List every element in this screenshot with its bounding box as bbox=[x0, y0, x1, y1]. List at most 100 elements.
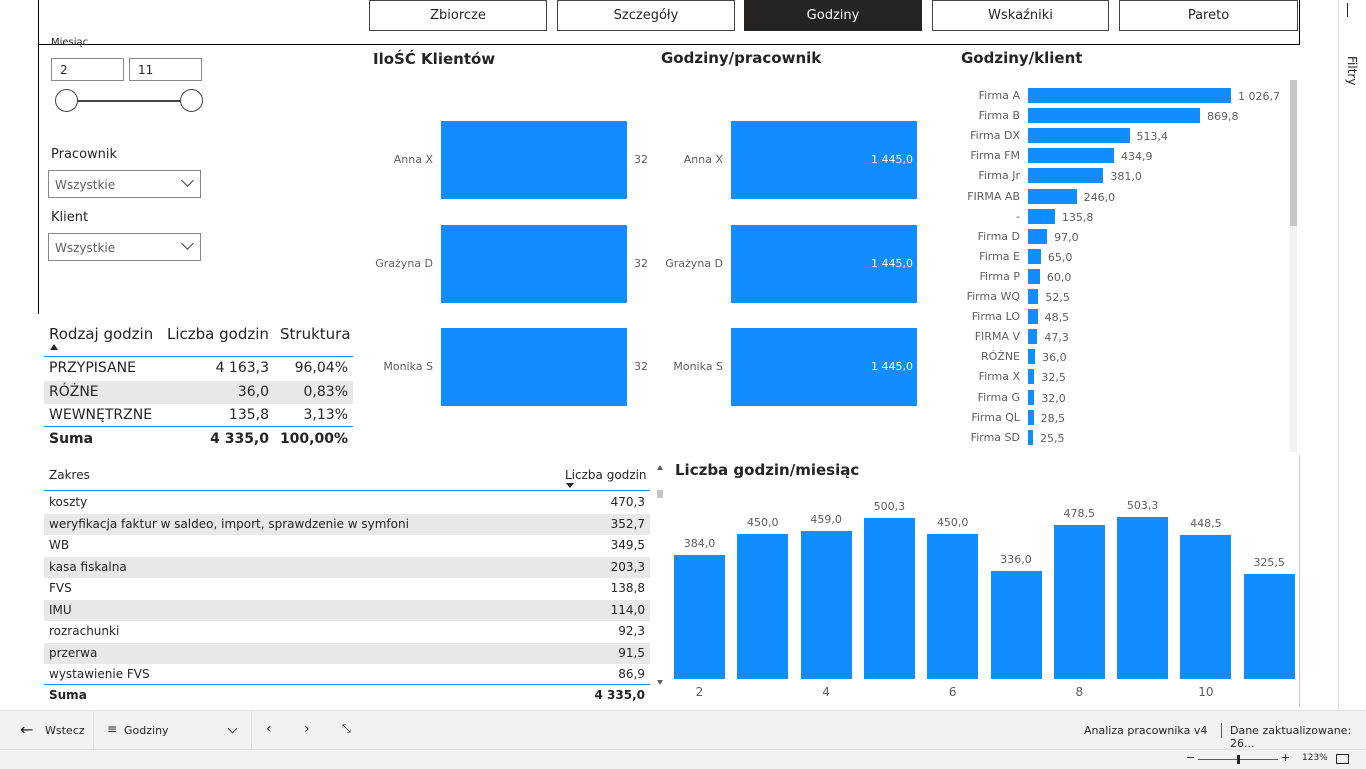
category-label: Firma X bbox=[978, 370, 1020, 384]
bar[interactable] bbox=[927, 534, 979, 679]
cell-scope: rozrachunki bbox=[49, 624, 120, 638]
month-to-input[interactable]: 11 bbox=[129, 58, 202, 81]
scrollbar-thumb[interactable] bbox=[1290, 80, 1297, 226]
category-label: Anna X bbox=[683, 153, 723, 166]
zoom-in-icon[interactable]: + bbox=[1281, 751, 1290, 764]
table-row[interactable]: FVS 138,8 bbox=[44, 578, 650, 599]
bar[interactable] bbox=[1028, 429, 1034, 445]
filters-pane-label[interactable]: Filtry bbox=[1345, 56, 1359, 85]
cell-scope: FVS bbox=[49, 581, 72, 595]
client-dropdown[interactable]: Wszystkie bbox=[48, 233, 201, 261]
table-row[interactable]: przerwa 91,5 bbox=[44, 642, 650, 664]
client-chart-scrollbar[interactable] bbox=[1290, 80, 1297, 452]
bar[interactable] bbox=[1028, 168, 1104, 184]
chevron-down-icon[interactable] bbox=[227, 723, 238, 734]
bar[interactable] bbox=[863, 517, 915, 679]
employee-dropdown[interactable]: Wszystkie bbox=[48, 170, 201, 198]
bar[interactable] bbox=[1028, 389, 1035, 405]
tab-wskazniki[interactable]: Wskaźniki bbox=[932, 0, 1109, 31]
column-header-structure[interactable]: Struktura bbox=[280, 325, 351, 343]
table-row[interactable]: kasa fiskalna 203,3 bbox=[44, 556, 650, 578]
page-selector[interactable]: Godziny bbox=[124, 724, 169, 737]
bar[interactable] bbox=[674, 555, 725, 679]
column-header-hours[interactable]: Liczba godzin bbox=[565, 468, 647, 482]
table-row[interactable]: PRZYPISANE 4 163,3 96,04% bbox=[44, 357, 353, 380]
filters-pane[interactable]: Filtry bbox=[1338, 0, 1366, 710]
column-header-hours-count[interactable]: Liczba godzin bbox=[167, 325, 269, 343]
bar[interactable] bbox=[737, 534, 789, 679]
bar[interactable] bbox=[1028, 228, 1048, 244]
bar[interactable] bbox=[1028, 329, 1038, 345]
tab-pareto[interactable]: Pareto bbox=[1119, 0, 1298, 31]
back-button[interactable]: Wstecz bbox=[45, 724, 85, 737]
bar[interactable] bbox=[1028, 208, 1055, 224]
previous-page-icon[interactable]: ‹ bbox=[266, 721, 272, 737]
bar[interactable] bbox=[1028, 248, 1041, 264]
table-row[interactable]: RÓŻNE 36,0 0,83% bbox=[44, 381, 353, 404]
month-from-input[interactable]: 2 bbox=[51, 58, 124, 81]
next-page-icon[interactable]: › bbox=[304, 721, 310, 737]
scrollbar-thumb[interactable] bbox=[657, 490, 663, 498]
table-scrollbar[interactable] bbox=[656, 465, 664, 687]
bar[interactable] bbox=[441, 121, 627, 199]
column-header-scope[interactable]: Zakres bbox=[49, 468, 90, 482]
data-label: 434,9 bbox=[1120, 150, 1153, 164]
total-hours: 4 335,0 bbox=[210, 431, 269, 447]
bar[interactable] bbox=[1028, 108, 1200, 124]
column-header-hours-type[interactable]: Rodzaj godzin bbox=[49, 325, 153, 343]
bar[interactable] bbox=[1028, 309, 1038, 325]
total-row: Suma 4 335,0 100,00% bbox=[44, 428, 353, 451]
table-row[interactable]: weryfikacja faktur w saldeo, import, spr… bbox=[44, 513, 650, 535]
cell-hours: 91,5 bbox=[618, 645, 645, 660]
cell-hours-count: 4 163,3 bbox=[215, 360, 269, 376]
bar[interactable] bbox=[1028, 409, 1034, 425]
fit-to-page-icon[interactable] bbox=[1336, 754, 1349, 764]
bar[interactable] bbox=[1053, 524, 1105, 679]
table-row[interactable]: WB 349,5 bbox=[44, 535, 650, 556]
total-divider bbox=[44, 426, 353, 427]
bar[interactable] bbox=[1117, 517, 1169, 679]
bar[interactable] bbox=[1243, 574, 1295, 679]
bar[interactable] bbox=[800, 531, 852, 679]
month-slider-end-handle[interactable] bbox=[180, 89, 203, 112]
scroll-down-icon[interactable] bbox=[657, 680, 663, 685]
total-row: Suma 4 335,0 bbox=[44, 685, 650, 706]
report-name: Analiza pracownika v4 bbox=[1084, 724, 1208, 737]
bar[interactable] bbox=[1180, 534, 1232, 679]
fullscreen-icon[interactable]: ⤡ bbox=[342, 722, 351, 736]
category-label: Firma G bbox=[977, 390, 1020, 404]
bar[interactable] bbox=[1028, 128, 1130, 144]
bar[interactable] bbox=[1028, 349, 1036, 365]
category-label: FIRMA AB bbox=[967, 189, 1020, 203]
cell-structure: 96,04% bbox=[294, 360, 348, 376]
bar[interactable] bbox=[1028, 289, 1039, 304]
tab-zbiorcze[interactable]: Zbiorcze bbox=[369, 0, 547, 31]
table-row[interactable]: koszty 470,3 bbox=[44, 492, 650, 513]
table-row[interactable]: rozrachunki 92,3 bbox=[44, 621, 650, 642]
table-row[interactable]: IMU 114,0 bbox=[44, 599, 650, 621]
bar[interactable] bbox=[1028, 88, 1231, 103]
zoom-slider-handle[interactable] bbox=[1237, 755, 1240, 764]
bar[interactable] bbox=[1028, 148, 1114, 164]
table-row[interactable]: WEWNĘTRZNE 135,8 3,13% bbox=[44, 404, 353, 427]
bar[interactable] bbox=[1028, 268, 1040, 284]
bar[interactable] bbox=[1028, 369, 1035, 385]
bar[interactable] bbox=[441, 328, 627, 406]
bar[interactable] bbox=[990, 570, 1042, 679]
bar[interactable] bbox=[441, 224, 627, 303]
bar[interactable] bbox=[1028, 188, 1077, 204]
tab-szczegoly[interactable]: Szczegóły bbox=[557, 0, 735, 31]
category-label: Firma SD bbox=[970, 430, 1020, 444]
cell-scope: IMU bbox=[49, 602, 72, 617]
tab-godziny[interactable]: Godziny bbox=[744, 0, 922, 31]
zoom-bar: − + 123% bbox=[0, 749, 1366, 769]
data-label: 325,5 bbox=[1253, 556, 1285, 570]
month-slider-start-handle[interactable] bbox=[55, 89, 78, 112]
scroll-up-icon[interactable] bbox=[657, 465, 663, 470]
zoom-out-icon[interactable]: − bbox=[1186, 751, 1195, 764]
table-row[interactable]: wystawienie FVS 86,9 bbox=[44, 664, 650, 685]
data-label: 25,5 bbox=[1040, 431, 1065, 445]
report-navigation-bar: ← Wstecz ≡ Godziny ‹ › ⤡ Analiza pracown… bbox=[0, 710, 1366, 750]
month-slider-track[interactable] bbox=[66, 100, 192, 102]
back-arrow-icon[interactable]: ← bbox=[20, 720, 33, 739]
